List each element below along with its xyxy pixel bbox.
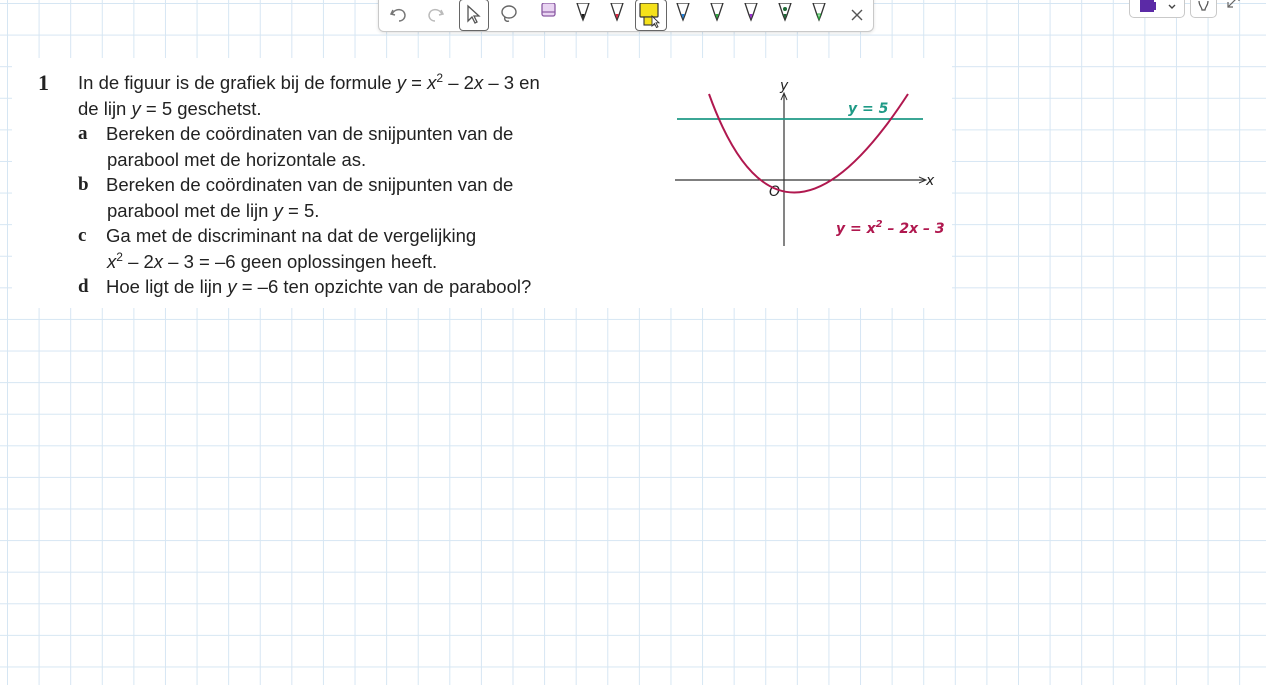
line-label: y = 5 (848, 101, 889, 117)
lightbulb-button[interactable] (1190, 0, 1217, 18)
pen-black-icon[interactable] (571, 3, 599, 31)
intro-line-1: In de figuur is de grafiek bij de formul… (78, 71, 540, 93)
chevron-down-icon (1168, 4, 1176, 9)
question-d-line: Hoe ligt de lijn y = –6 ten opzichte van… (106, 276, 532, 297)
exercise-number: 1 (38, 70, 49, 95)
question-a-line-2: parabool met de horizontale as. (107, 149, 367, 170)
question-c-line-2: x2 – 2x – 3 = –6 geen oplossingen heeft. (107, 250, 438, 272)
close-icon[interactable] (845, 3, 873, 31)
exercise-page: 1 In de figuur is de grafiek bij de form… (12, 58, 952, 308)
undo-icon[interactable] (387, 3, 415, 31)
color-swatch (1140, 0, 1154, 12)
question-b-line-1: Bereken de coördinaten van de snijpunten… (106, 174, 514, 195)
pen-blue-icon[interactable] (671, 3, 699, 31)
color-picker-dropdown[interactable] (1129, 0, 1185, 18)
pen-purple-icon[interactable] (739, 3, 767, 31)
question-a-line-1: Bereken de coördinaten van de snijpunten… (106, 123, 514, 144)
lightbulb-icon (1198, 0, 1209, 11)
pen-outline-green-icon[interactable] (807, 3, 835, 31)
redo-icon[interactable] (423, 3, 451, 31)
drawing-toolbar (378, 0, 874, 32)
question-c-line-1: Ga met de discriminant na dat de vergeli… (106, 225, 477, 246)
parabola-graph: x y O y = 5 y = x2 – 2x – 3 (675, 78, 945, 246)
select-icon (461, 3, 489, 31)
question-a-label: a (78, 123, 88, 144)
question-c-label: c (78, 225, 87, 246)
intro-line-2: de lijn y = 5 geschetst. (78, 98, 262, 119)
question-b-label: b (78, 174, 89, 195)
lasso-icon[interactable] (497, 3, 525, 31)
question-d-label: d (78, 276, 89, 297)
y-axis-label: y (779, 78, 789, 94)
parabola-label: y = x2 – 2x – 3 (836, 219, 945, 237)
pen-green-icon[interactable] (705, 3, 733, 31)
expand-icon[interactable] (1226, 0, 1242, 10)
pen-dark-green-icon[interactable] (773, 3, 801, 31)
question-b-line-2: parabool met de lijn y = 5. (107, 200, 320, 221)
highlighter-yellow-icon (637, 3, 665, 31)
eraser-icon[interactable] (537, 3, 565, 31)
x-axis-label: x (925, 173, 935, 189)
pen-red-icon[interactable] (605, 3, 633, 31)
